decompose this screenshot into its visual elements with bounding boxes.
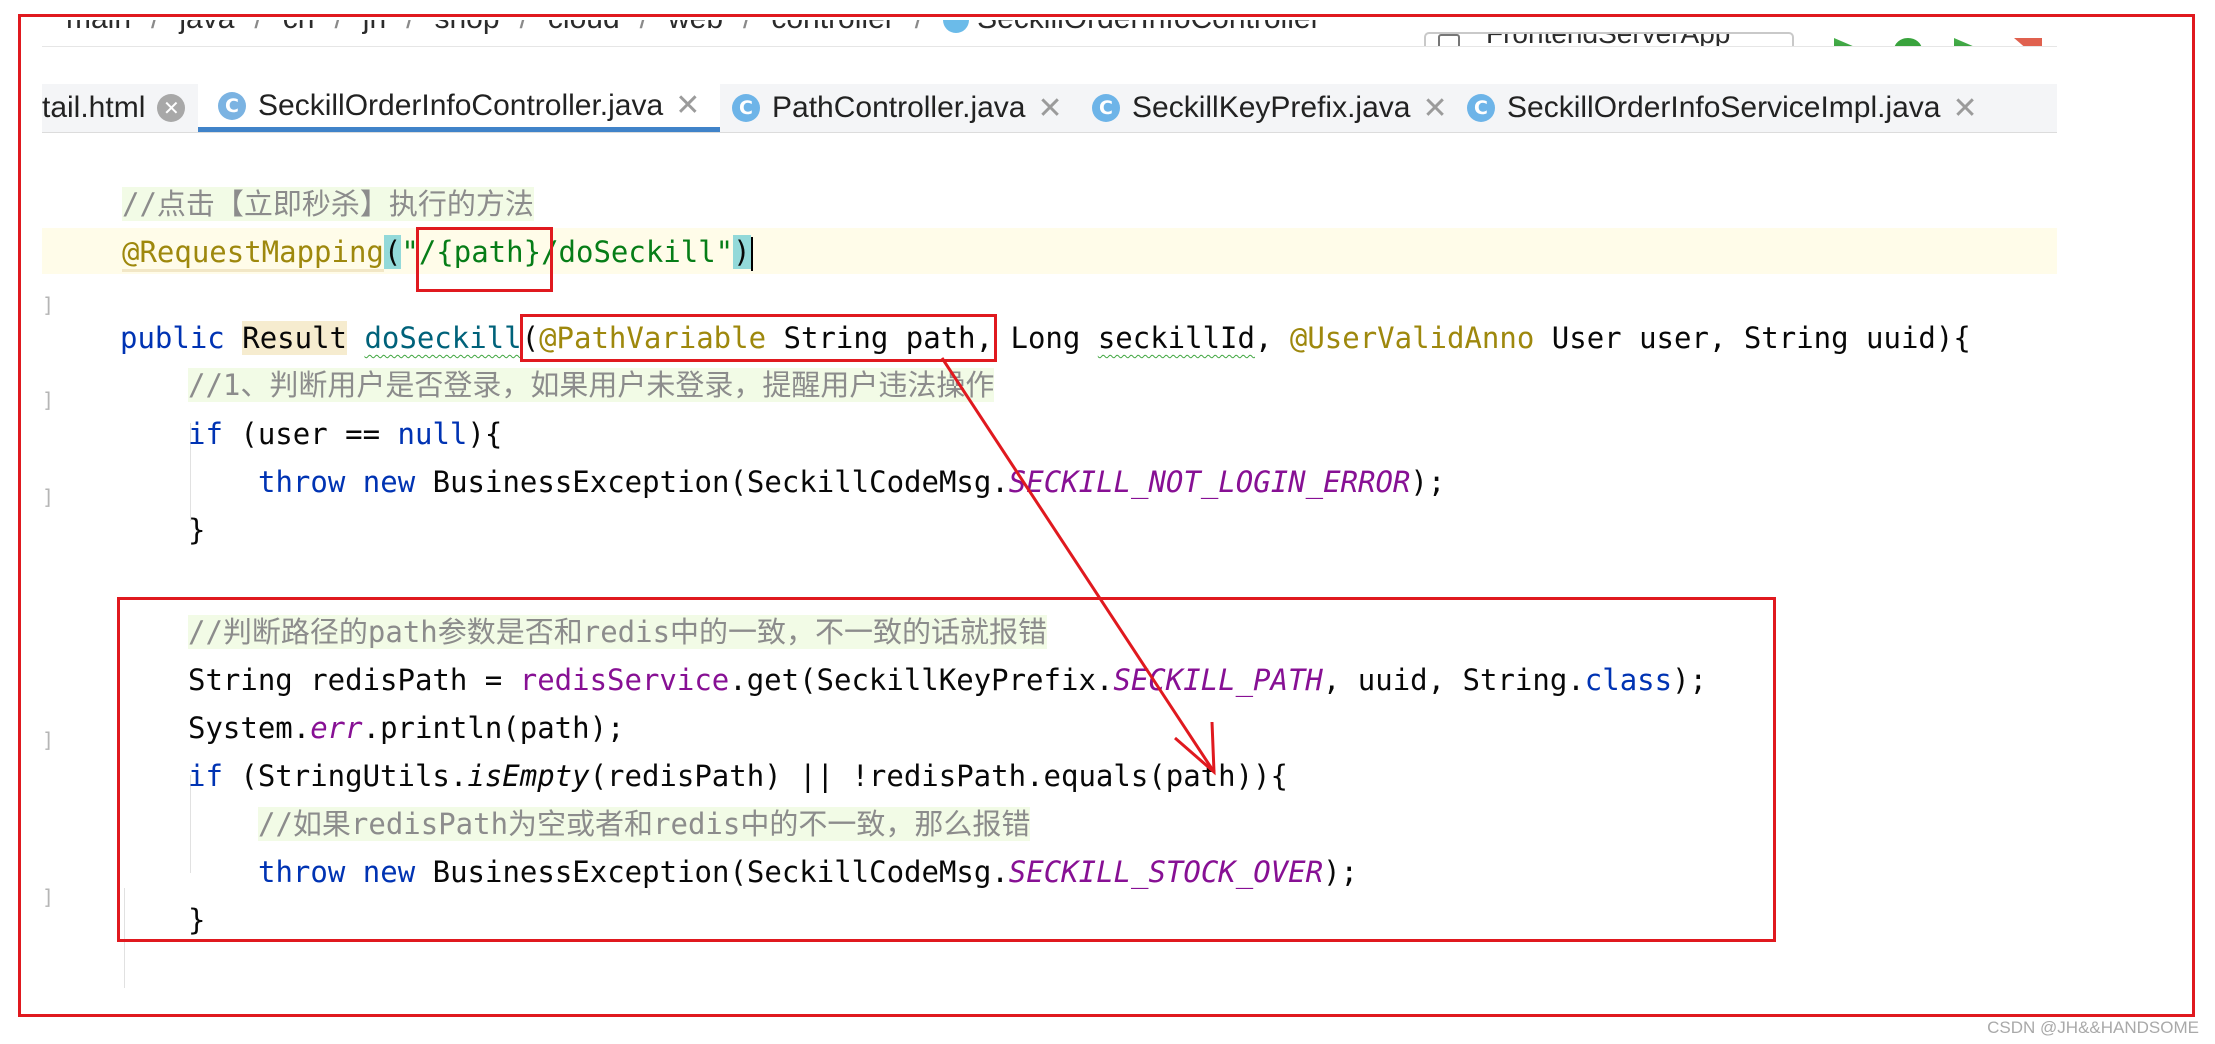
code-text: ){ [467, 417, 503, 451]
fold-marker-icon[interactable]: ] [42, 485, 56, 509]
watermark: CSDN @JH&&HANDSOME [1987, 1018, 2199, 1037]
class-icon [943, 20, 970, 34]
code-line: throw new BusinessException(SeckillCodeM… [258, 459, 1445, 505]
close-icon[interactable]: ✕ [1953, 91, 1978, 126]
class-c-icon: C [1092, 94, 1120, 122]
close-icon[interactable]: ✕ [1037, 91, 1062, 126]
tab-label: PathController.java [772, 91, 1026, 124]
code-text: , [1254, 321, 1290, 355]
keyword: public [120, 321, 225, 355]
navigation-breadcrumb: main/java/cn/jh/shop/cloud/web/controlle… [42, 20, 2057, 47]
debug-icon[interactable] [1894, 38, 1922, 46]
breadcrumb-item[interactable]: main [66, 20, 131, 35]
paren: ( [383, 235, 402, 269]
tab-seckill-order-info-service-impl[interactable]: C SeckillOrderInfoServiceImpl.java ✕ [1467, 84, 1978, 132]
string-literal: /doSeckill [541, 235, 716, 269]
breadcrumb-item[interactable]: java [179, 20, 234, 35]
run-toolbar: FrontendServerApp [1372, 32, 2057, 46]
code-line: //1、判断用户是否登录，如果用户未登录，提醒用户违法操作 [188, 362, 995, 408]
code-text: ); [1410, 465, 1446, 499]
code-line: //点击【立即秒杀】执行的方法 [122, 181, 534, 227]
code-line: public Result doSeckill(@PathVariable St… [120, 315, 1971, 361]
code-line: } [188, 513, 206, 547]
tab-seckill-order-info-controller[interactable]: C SeckillOrderInfoController.java ✕ [198, 84, 721, 132]
breadcrumb-path: main/java/cn/jh/shop/cloud/web/controlle… [66, 20, 1321, 36]
breadcrumb-item[interactable]: web [668, 20, 723, 35]
method-name: doSeckill [364, 321, 522, 355]
class-c-icon: C [1467, 94, 1495, 122]
fold-marker-icon[interactable]: ] [42, 388, 56, 412]
tab-tail-html[interactable]: tail.html ✕ [42, 84, 186, 132]
keyword: null [397, 417, 468, 451]
fold-marker-icon[interactable]: ] [42, 728, 56, 752]
string-quote: " [715, 235, 734, 269]
coverage-icon[interactable] [1954, 38, 1982, 46]
code-line: if (user == null){ [188, 411, 502, 457]
close-icon[interactable]: ✕ [1422, 91, 1447, 126]
code-text: User user, String uuid){ [1534, 321, 1971, 355]
breadcrumb-item[interactable]: cloud [548, 20, 620, 35]
breadcrumb-item[interactable]: shop [435, 20, 500, 35]
tab-path-controller[interactable]: C PathController.java ✕ [732, 84, 1063, 132]
tab-label: tail.html [42, 91, 146, 124]
breadcrumb-item[interactable]: controller [771, 20, 894, 35]
comment: //点击【立即秒杀】执行的方法 [122, 187, 534, 221]
tab-label: SeckillKeyPrefix.java [1132, 91, 1411, 124]
code-text: seckillId [1097, 321, 1255, 355]
fold-marker-icon[interactable]: ] [42, 885, 56, 909]
tab-label: SeckillOrderInfoServiceImpl.java [1507, 91, 1941, 124]
breadcrumb-item[interactable]: jh [363, 20, 386, 35]
class-c-icon: C [732, 94, 760, 122]
type-name: Result [242, 321, 347, 355]
pathvariable-param-highlight-box [520, 314, 997, 362]
class-c-icon: C [218, 91, 246, 120]
redis-check-highlight-box [117, 597, 1776, 942]
paren: ) [733, 235, 751, 269]
comment: //1、判断用户是否登录，如果用户未登录，提醒用户违法操作 [188, 368, 995, 402]
run-configuration-label: FrontendServerApp [1486, 34, 1730, 46]
path-variable-highlight-box [416, 227, 553, 292]
fold-marker-icon[interactable]: ] [42, 293, 56, 317]
keyword: if [188, 417, 223, 451]
run-icon[interactable] [1834, 38, 1862, 46]
run-configuration-select[interactable]: FrontendServerApp [1424, 32, 1794, 46]
app-icon [1438, 34, 1460, 46]
text-caret [750, 237, 753, 271]
annotation: @UserValidAnno [1289, 321, 1535, 355]
breadcrumb-item[interactable]: SeckillOrderInfoController [977, 20, 1320, 35]
code-text: (user == [222, 417, 398, 451]
constant: SECKILL_NOT_LOGIN_ERROR [1008, 465, 1411, 499]
close-icon[interactable]: ✕ [675, 88, 700, 123]
code-text: Long [993, 321, 1098, 355]
tab-seckill-key-prefix[interactable]: C SeckillKeyPrefix.java ✕ [1092, 84, 1448, 132]
keyword: new [362, 465, 416, 499]
keyword: throw [258, 465, 346, 499]
breadcrumb-item[interactable]: cn [283, 20, 315, 35]
editor-tab-bar: tail.html ✕ C SeckillOrderInfoController… [42, 84, 2057, 133]
stop-icon[interactable] [2014, 38, 2042, 46]
code-text: BusinessException(SeckillCodeMsg. [415, 465, 1009, 499]
annotation: @RequestMapping [122, 235, 384, 272]
close-icon[interactable]: ✕ [157, 94, 186, 122]
tab-label: SeckillOrderInfoController.java [258, 88, 664, 122]
